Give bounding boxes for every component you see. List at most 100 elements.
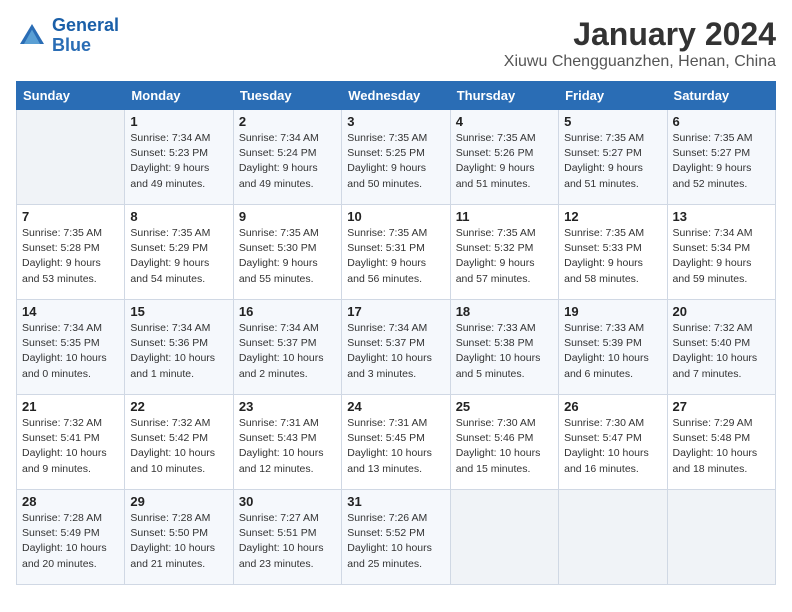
day-info: Sunrise: 7:28 AMSunset: 5:50 PMDaylight:… [130,511,227,572]
day-number: 16 [239,304,336,319]
day-number: 19 [564,304,661,319]
calendar-cell: 7Sunrise: 7:35 AMSunset: 5:28 PMDaylight… [17,205,125,300]
day-info: Sunrise: 7:35 AMSunset: 5:27 PMDaylight:… [564,131,661,192]
day-info: Sunrise: 7:35 AMSunset: 5:29 PMDaylight:… [130,226,227,287]
day-info: Sunrise: 7:35 AMSunset: 5:26 PMDaylight:… [456,131,553,192]
calendar-cell: 11 Sunrise: 7:35 AMSunset: 5:32 PMDayligh… [450,205,558,300]
day-info: Sunrise: 7:30 AMSunset: 5:46 PMDaylight:… [456,416,553,477]
calendar-cell: 25 Sunrise: 7:30 AMSunset: 5:46 PMDayligh… [450,395,558,490]
calendar-cell: 6 Sunrise: 7:35 AMSunset: 5:27 PMDaylight… [667,110,775,205]
calendar-cell: 2 Sunrise: 7:34 AMSunset: 5:24 PMDaylight… [233,110,341,205]
header-row: SundayMondayTuesdayWednesdayThursdayFrid… [17,82,776,110]
day-info: Sunrise: 7:35 AMSunset: 5:32 PMDaylight:… [456,226,553,287]
day-number: 15 [130,304,227,319]
calendar-cell: 26 Sunrise: 7:30 AMSunset: 5:47 PMDayligh… [559,395,667,490]
location-title: Xiuwu Chengguanzhen, Henan, China [504,53,776,71]
week-row-3: 14 Sunrise: 7:34 AMSunset: 5:35 PMDayligh… [17,300,776,395]
day-number: 2 [239,114,336,129]
calendar-cell [559,490,667,585]
day-number: 26 [564,399,661,414]
calendar-cell: 29Sunrise: 7:28 AMSunset: 5:50 PMDayligh… [125,490,233,585]
day-number: 17 [347,304,444,319]
day-info: Sunrise: 7:32 AMSunset: 5:42 PMDaylight:… [130,416,227,477]
calendar-cell: 8 Sunrise: 7:35 AMSunset: 5:29 PMDaylight… [125,205,233,300]
day-info: Sunrise: 7:32 AMSunset: 5:40 PMDaylight:… [673,321,770,382]
week-row-2: 7Sunrise: 7:35 AMSunset: 5:28 PMDaylight… [17,205,776,300]
calendar-cell: 23 Sunrise: 7:31 AMSunset: 5:43 PMDayligh… [233,395,341,490]
day-info: Sunrise: 7:35 AMSunset: 5:33 PMDaylight:… [564,226,661,287]
day-number: 22 [130,399,227,414]
day-number: 28 [22,494,119,509]
calendar-cell: 28 Sunrise: 7:28 AMSunset: 5:49 PMDayligh… [17,490,125,585]
calendar-cell: 31 Sunrise: 7:26 AMSunset: 5:52 PMDayligh… [342,490,450,585]
day-number: 4 [456,114,553,129]
day-info: Sunrise: 7:34 AMSunset: 5:34 PMDaylight:… [673,226,770,287]
day-number: 1 [130,114,227,129]
calendar-cell: 19 Sunrise: 7:33 AMSunset: 5:39 PMDayligh… [559,300,667,395]
day-info: Sunrise: 7:35 AMSunset: 5:30 PMDaylight:… [239,226,336,287]
day-info: Sunrise: 7:35 AMSunset: 5:31 PMDaylight:… [347,226,444,287]
calendar-cell: 22 Sunrise: 7:32 AMSunset: 5:42 PMDayligh… [125,395,233,490]
day-info: Sunrise: 7:35 AMSunset: 5:28 PMDaylight:… [22,226,119,287]
day-number: 11 [456,209,553,224]
day-number: 6 [673,114,770,129]
calendar-cell: 24Sunrise: 7:31 AMSunset: 5:45 PMDayligh… [342,395,450,490]
col-header-monday: Monday [125,82,233,110]
day-info: Sunrise: 7:32 AMSunset: 5:41 PMDaylight:… [22,416,119,477]
day-info: Sunrise: 7:31 AMSunset: 5:43 PMDaylight:… [239,416,336,477]
col-header-sunday: Sunday [17,82,125,110]
day-info: Sunrise: 7:33 AMSunset: 5:39 PMDaylight:… [564,321,661,382]
day-info: Sunrise: 7:33 AMSunset: 5:38 PMDaylight:… [456,321,553,382]
day-number: 14 [22,304,119,319]
day-number: 3 [347,114,444,129]
day-info: Sunrise: 7:34 AMSunset: 5:37 PMDaylight:… [347,321,444,382]
day-info: Sunrise: 7:27 AMSunset: 5:51 PMDaylight:… [239,511,336,572]
day-number: 18 [456,304,553,319]
logo-icon [16,20,48,52]
calendar-table: SundayMondayTuesdayWednesdayThursdayFrid… [16,81,776,585]
calendar-cell: 5 Sunrise: 7:35 AMSunset: 5:27 PMDaylight… [559,110,667,205]
day-number: 23 [239,399,336,414]
calendar-cell: 18 Sunrise: 7:33 AMSunset: 5:38 PMDayligh… [450,300,558,395]
day-info: Sunrise: 7:34 AMSunset: 5:24 PMDaylight:… [239,131,336,192]
week-row-1: 1Sunrise: 7:34 AMSunset: 5:23 PMDaylight… [17,110,776,205]
calendar-cell: 10Sunrise: 7:35 AMSunset: 5:31 PMDayligh… [342,205,450,300]
logo: General Blue [16,16,119,56]
day-info: Sunrise: 7:34 AMSunset: 5:35 PMDaylight:… [22,321,119,382]
logo-general: General [52,15,119,35]
day-number: 12 [564,209,661,224]
calendar-cell: 9 Sunrise: 7:35 AMSunset: 5:30 PMDaylight… [233,205,341,300]
col-header-friday: Friday [559,82,667,110]
month-title: January 2024 [504,16,776,53]
day-number: 20 [673,304,770,319]
day-info: Sunrise: 7:30 AMSunset: 5:47 PMDaylight:… [564,416,661,477]
day-number: 31 [347,494,444,509]
week-row-4: 21 Sunrise: 7:32 AMSunset: 5:41 PMDayligh… [17,395,776,490]
day-info: Sunrise: 7:26 AMSunset: 5:52 PMDaylight:… [347,511,444,572]
day-info: Sunrise: 7:29 AMSunset: 5:48 PMDaylight:… [673,416,770,477]
day-info: Sunrise: 7:34 AMSunset: 5:37 PMDaylight:… [239,321,336,382]
day-info: Sunrise: 7:35 AMSunset: 5:25 PMDaylight:… [347,131,444,192]
calendar-cell: 14 Sunrise: 7:34 AMSunset: 5:35 PMDayligh… [17,300,125,395]
day-number: 21 [22,399,119,414]
calendar-cell: 12 Sunrise: 7:35 AMSunset: 5:33 PMDayligh… [559,205,667,300]
day-info: Sunrise: 7:31 AMSunset: 5:45 PMDaylight:… [347,416,444,477]
calendar-cell: 17 Sunrise: 7:34 AMSunset: 5:37 PMDayligh… [342,300,450,395]
day-info: Sunrise: 7:35 AMSunset: 5:27 PMDaylight:… [673,131,770,192]
calendar-cell: 27Sunrise: 7:29 AMSunset: 5:48 PMDayligh… [667,395,775,490]
day-number: 25 [456,399,553,414]
day-info: Sunrise: 7:28 AMSunset: 5:49 PMDaylight:… [22,511,119,572]
calendar-cell: 21 Sunrise: 7:32 AMSunset: 5:41 PMDayligh… [17,395,125,490]
day-number: 13 [673,209,770,224]
day-number: 8 [130,209,227,224]
col-header-tuesday: Tuesday [233,82,341,110]
col-header-thursday: Thursday [450,82,558,110]
calendar-cell [17,110,125,205]
day-number: 5 [564,114,661,129]
calendar-cell [667,490,775,585]
day-number: 30 [239,494,336,509]
page-header: General Blue January 2024 Xiuwu Chenggua… [16,16,776,71]
logo-blue: Blue [52,35,91,55]
calendar-cell: 20 Sunrise: 7:32 AMSunset: 5:40 PMDayligh… [667,300,775,395]
day-number: 9 [239,209,336,224]
